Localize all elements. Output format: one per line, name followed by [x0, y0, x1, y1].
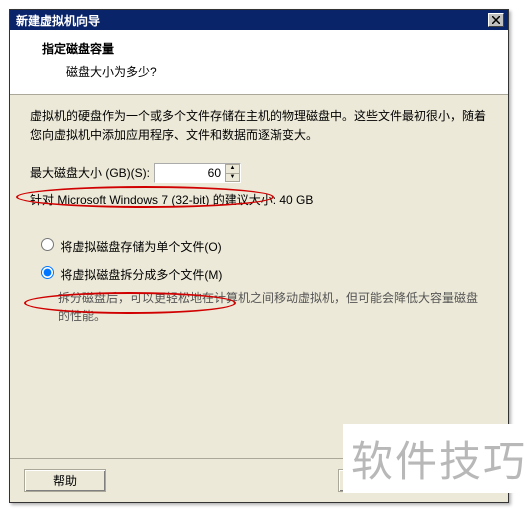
disk-size-label: 最大磁盘大小 (GB)(S): — [30, 164, 150, 183]
disk-size-spinner[interactable]: ▲ ▼ — [154, 163, 241, 183]
intro-text: 虚拟机的硬盘作为一个或多个文件存储在主机的物理磁盘中。这些文件最初很小，随着您向… — [30, 107, 488, 145]
radio-single-file[interactable]: 将虚拟磁盘存储为单个文件(O) — [36, 240, 222, 254]
page-subtitle: 磁盘大小为多少? — [42, 63, 492, 80]
radio-split-files-input[interactable] — [41, 266, 54, 279]
new-vm-wizard-dialog: 新建虚拟机向导 指定磁盘容量 磁盘大小为多少? 虚拟机的硬盘作为一个或多个文件存… — [9, 9, 509, 503]
wizard-body: 虚拟机的硬盘作为一个或多个文件存储在主机的物理磁盘中。这些文件最初很小，随着您向… — [10, 95, 508, 458]
disk-size-input[interactable] — [155, 164, 225, 182]
wizard-footer: 帮助 < 上一步(B) 下一步 — [10, 458, 508, 502]
help-button[interactable]: 帮助 — [24, 469, 106, 492]
radio-single-file-label: 将虚拟磁盘存储为单个文件(O) — [60, 240, 221, 254]
disk-size-row: 最大磁盘大小 (GB)(S): ▲ ▼ — [30, 163, 488, 183]
close-button[interactable] — [488, 13, 504, 27]
titlebar: 新建虚拟机向导 — [10, 10, 508, 30]
next-button[interactable]: 下一步 — [434, 469, 494, 492]
back-button[interactable]: < 上一步(B) — [338, 469, 422, 492]
recommended-size-text: 针对 Microsoft Windows 7 (32-bit) 的建议大小: 4… — [30, 191, 488, 210]
radio-split-files-desc: 拆分磁盘后，可以更轻松地在计算机之间移动虚拟机，但可能会降低大容量磁盘的性能。 — [58, 289, 488, 325]
radio-split-files-row: 将虚拟磁盘拆分成多个文件(M) 拆分磁盘后，可以更轻松地在计算机之间移动虚拟机，… — [36, 263, 488, 325]
window-title: 新建虚拟机向导 — [16, 12, 100, 29]
spinner-up[interactable]: ▲ — [225, 164, 240, 173]
page-title: 指定磁盘容量 — [42, 40, 492, 57]
wizard-header: 指定磁盘容量 磁盘大小为多少? — [10, 30, 508, 95]
spinner-buttons: ▲ ▼ — [225, 164, 240, 182]
spinner-down[interactable]: ▼ — [225, 173, 240, 183]
radio-single-file-row: 将虚拟磁盘存储为单个文件(O) — [36, 235, 488, 257]
radio-split-files-label: 将虚拟磁盘拆分成多个文件(M) — [60, 268, 222, 282]
radio-split-files[interactable]: 将虚拟磁盘拆分成多个文件(M) — [36, 268, 222, 282]
radio-single-file-input[interactable] — [41, 238, 54, 251]
close-icon — [492, 16, 500, 24]
